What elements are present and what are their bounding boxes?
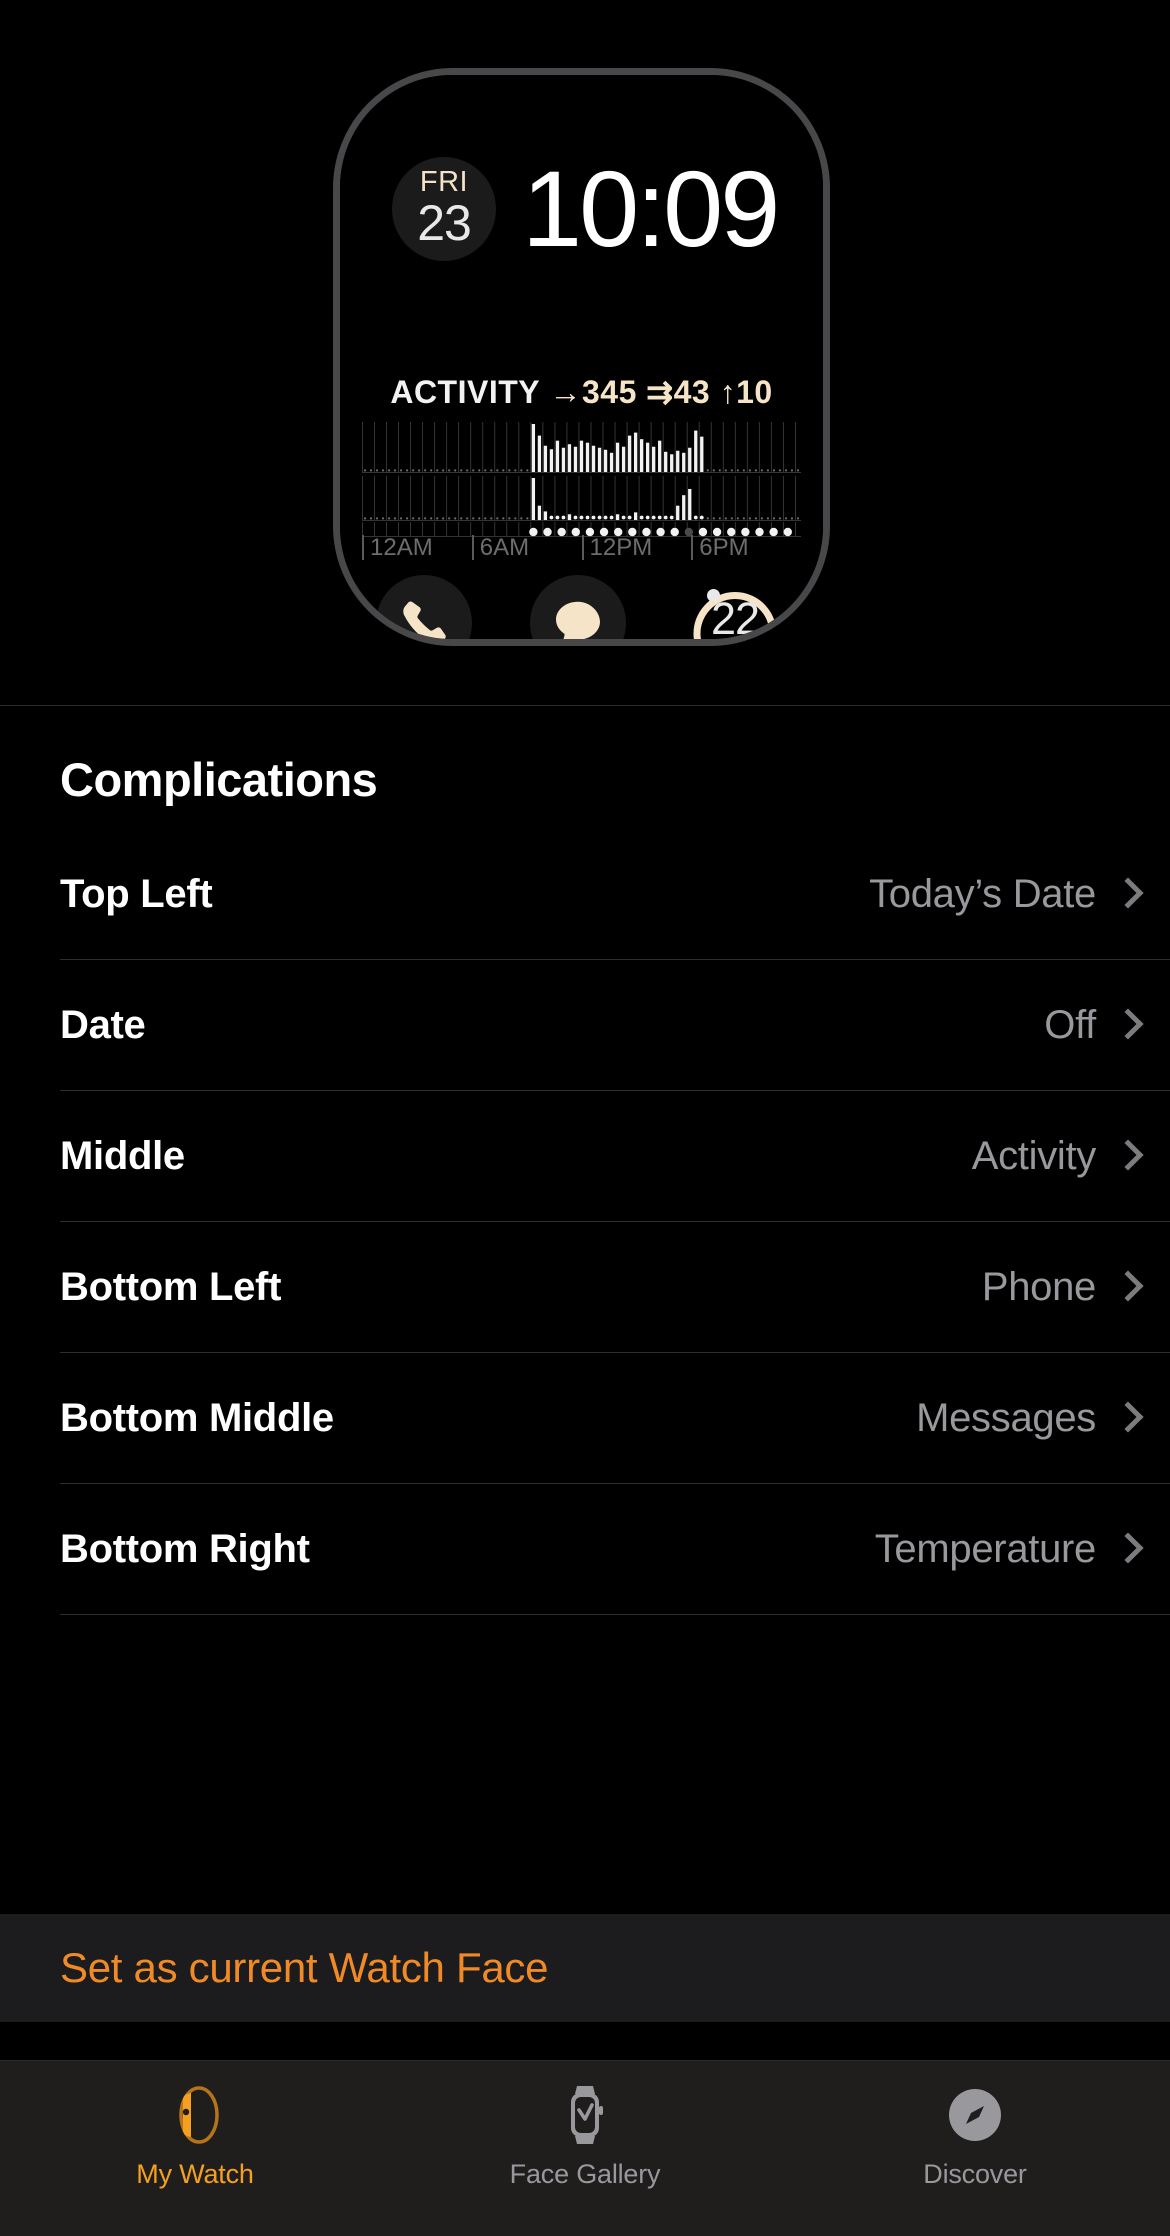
- watch-face-preview-area: FRI 23 10:09 ACTIVITY →345 ⇉43 ↑10 12AM …: [0, 0, 1170, 706]
- row-label: Date: [60, 1003, 146, 1048]
- section-title-complications: Complications: [0, 706, 1170, 829]
- top-left-complication-date[interactable]: FRI 23: [392, 157, 496, 261]
- activity-chart-axis: 12AM 6AM 12PM 6PM: [362, 535, 801, 563]
- row-label: Bottom Left: [60, 1265, 281, 1310]
- tab-bar: My Watch Face Gallery: [0, 2060, 1170, 2236]
- tab-discover[interactable]: Discover: [780, 2061, 1170, 2236]
- watch-side-icon: [169, 2083, 221, 2147]
- set-face-label: Set as current Watch Face: [60, 1944, 548, 1992]
- row-label: Bottom Right: [60, 1527, 310, 1572]
- stand-arrow-icon: ↑: [720, 374, 737, 410]
- axis-tick-2: 12PM: [582, 535, 653, 560]
- watch-face-time: 10:09: [522, 155, 777, 263]
- tab-label: My Watch: [136, 2159, 253, 2190]
- middle-complication-activity-summary[interactable]: ACTIVITY →345 ⇉43 ↑10: [340, 373, 823, 411]
- axis-tick-0: 12AM: [362, 535, 433, 560]
- tab-label: Face Gallery: [510, 2159, 661, 2190]
- chevron-right-icon: [1116, 1271, 1134, 1303]
- compass-icon: [946, 2083, 1004, 2147]
- row-bottom-left[interactable]: Bottom Left Phone: [60, 1222, 1170, 1353]
- temperature-current-value: 22: [711, 593, 759, 639]
- date-day-number: 23: [417, 197, 471, 250]
- row-value: Phone: [982, 1265, 1096, 1310]
- chevron-right-icon: [1116, 1402, 1134, 1434]
- row-middle[interactable]: Middle Activity: [60, 1091, 1170, 1222]
- axis-tick-1: 6AM: [472, 535, 529, 560]
- activity-chart: [362, 420, 801, 548]
- row-bottom-right[interactable]: Bottom Right Temperature: [60, 1484, 1170, 1615]
- move-arrow-icon: →: [550, 374, 583, 410]
- activity-label: ACTIVITY: [390, 374, 540, 410]
- row-bottom-middle[interactable]: Bottom Middle Messages: [60, 1353, 1170, 1484]
- watch-body-frame: FRI 23 10:09 ACTIVITY →345 ⇉43 ↑10 12AM …: [333, 68, 830, 646]
- tab-face-gallery[interactable]: Face Gallery: [390, 2061, 780, 2236]
- row-label: Bottom Middle: [60, 1396, 334, 1441]
- set-as-current-watch-face-button[interactable]: Set as current Watch Face: [0, 1914, 1170, 2022]
- bottom-gap: [0, 2022, 1170, 2060]
- watch-face-top-row: FRI 23 10:09: [392, 155, 787, 263]
- row-label: Middle: [60, 1134, 185, 1179]
- bottom-right-complication-temperature[interactable]: 22 18 31: [683, 575, 787, 639]
- phone-icon: [398, 597, 450, 639]
- exercise-arrow-icon: ⇉: [646, 374, 673, 410]
- axis-tick-3: 6PM: [691, 535, 748, 560]
- row-top-left[interactable]: Top Left Today’s Date: [60, 829, 1170, 960]
- watch-face-bottom-complications: 22 18 31: [362, 575, 801, 639]
- chevron-right-icon: [1116, 1140, 1134, 1172]
- complications-list: Complications Top Left Today’s Date Date…: [0, 706, 1170, 1914]
- bottom-left-complication-phone[interactable]: [376, 575, 472, 639]
- tab-my-watch[interactable]: My Watch: [0, 2061, 390, 2236]
- message-bubble-icon: [549, 594, 607, 639]
- stand-value: 10: [736, 374, 773, 410]
- row-value: Activity: [972, 1134, 1096, 1179]
- activity-chart-svg: [362, 420, 801, 548]
- tab-label: Discover: [923, 2159, 1026, 2190]
- row-value: Today’s Date: [869, 872, 1096, 917]
- apple-watch-app-screen: FRI 23 10:09 ACTIVITY →345 ⇉43 ↑10 12AM …: [0, 0, 1170, 2236]
- chevron-right-icon: [1116, 1009, 1134, 1041]
- move-value: 345: [582, 374, 637, 410]
- row-value: Messages: [916, 1396, 1096, 1441]
- bottom-middle-complication-messages[interactable]: [530, 575, 626, 639]
- watch-front-icon: [563, 2083, 607, 2147]
- date-weekday: FRI: [420, 168, 468, 197]
- row-label: Top Left: [60, 872, 212, 917]
- chevron-right-icon: [1116, 1533, 1134, 1565]
- watch-face-screen[interactable]: FRI 23 10:09 ACTIVITY →345 ⇉43 ↑10 12AM …: [340, 75, 823, 639]
- row-value: Temperature: [875, 1527, 1096, 1572]
- chevron-right-icon: [1116, 878, 1134, 910]
- exercise-value: 43: [674, 374, 711, 410]
- row-date[interactable]: Date Off: [60, 960, 1170, 1091]
- row-value: Off: [1044, 1003, 1096, 1048]
